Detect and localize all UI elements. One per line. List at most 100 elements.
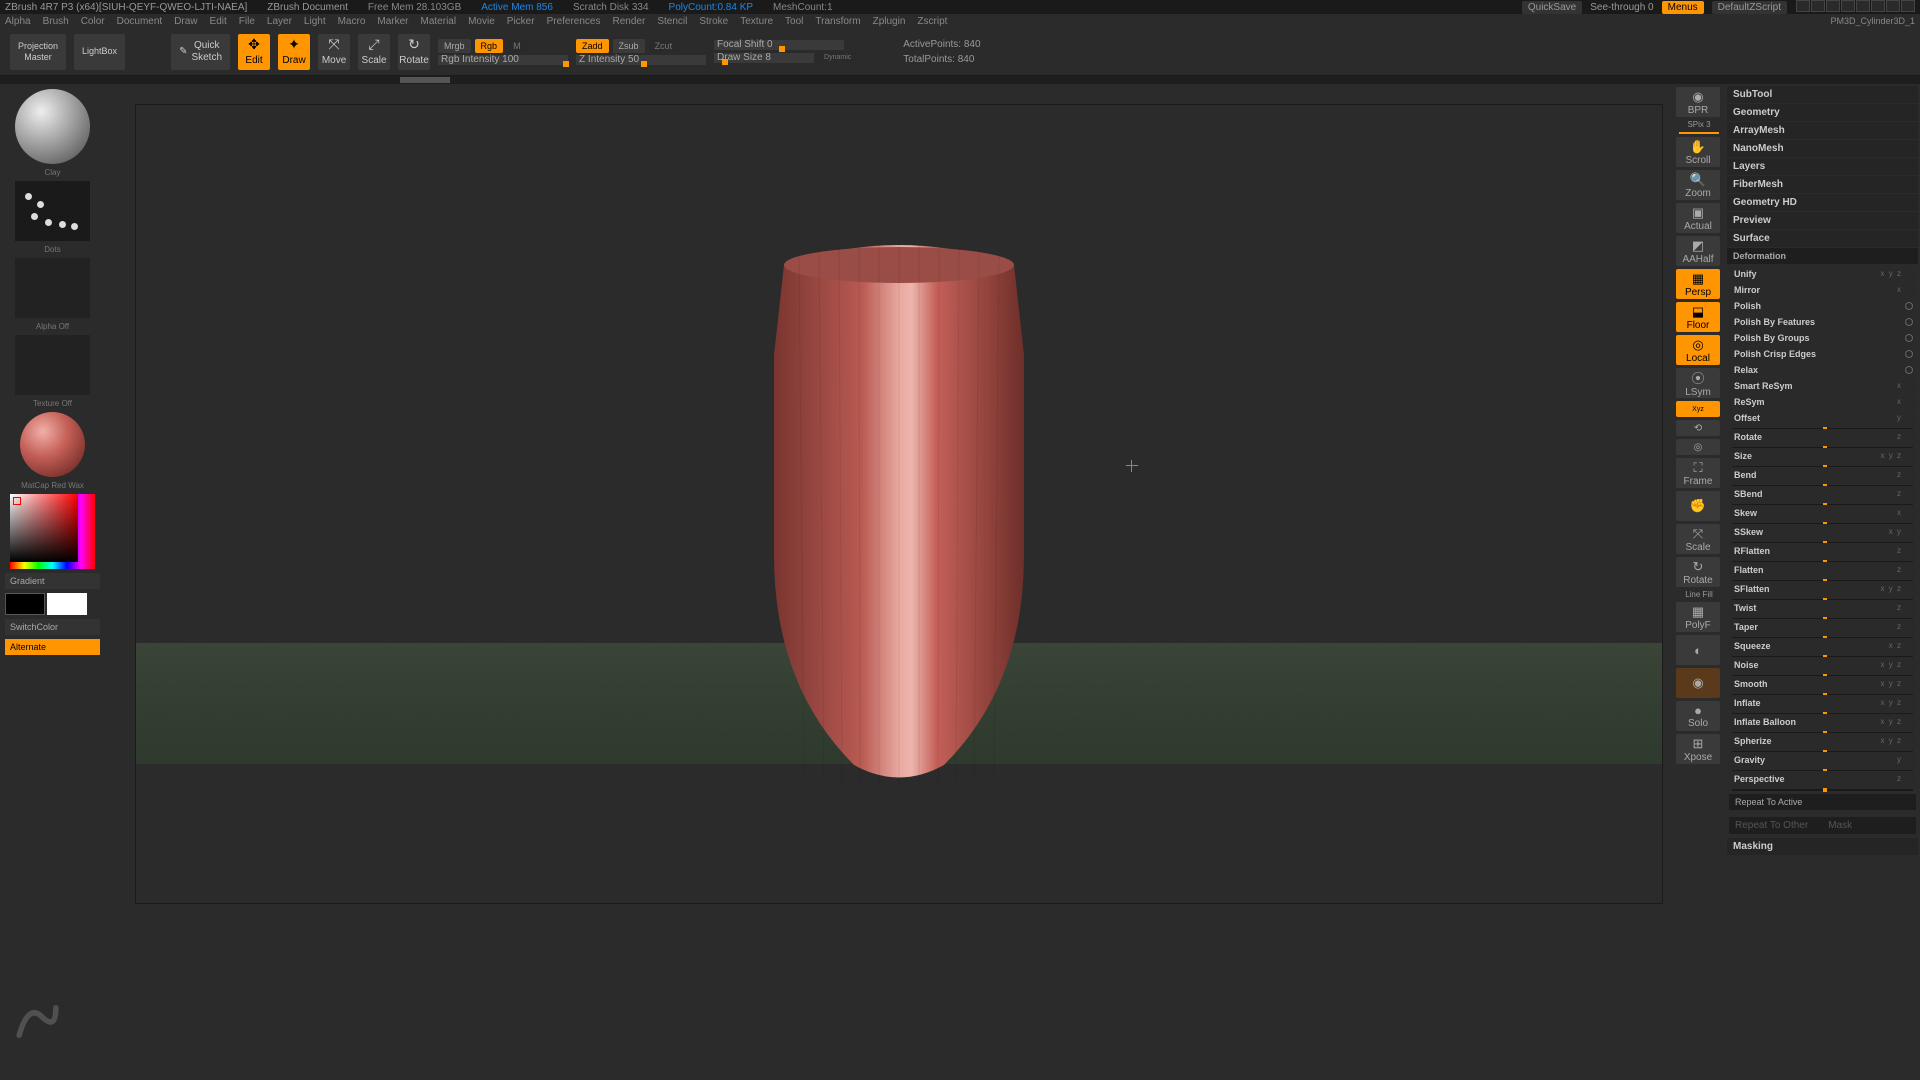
- axis-label[interactable]: x y: [1889, 527, 1916, 536]
- solo-button[interactable]: ●Solo: [1676, 701, 1720, 731]
- move-view-button[interactable]: ✊: [1676, 491, 1720, 521]
- deform-polish-crisp-edges[interactable]: Polish Crisp Edges: [1729, 346, 1916, 361]
- rgb-intensity-slider[interactable]: Rgb Intensity 100: [438, 55, 568, 65]
- circle-icon[interactable]: [1905, 318, 1913, 326]
- axis-label[interactable]: z: [1897, 489, 1916, 498]
- axis-label[interactable]: z: [1897, 565, 1916, 574]
- deform-flatten[interactable]: Flattenz: [1729, 562, 1916, 580]
- menu-preferences[interactable]: Preferences: [547, 16, 601, 27]
- frame-button[interactable]: ⛶Frame: [1676, 458, 1720, 488]
- zoom-button[interactable]: 🔍Zoom: [1676, 170, 1720, 200]
- color-picker[interactable]: [10, 494, 95, 569]
- section-geometry[interactable]: Geometry: [1727, 104, 1918, 121]
- xpose-button[interactable]: ⊞Xpose: [1676, 734, 1720, 764]
- dynamic-button[interactable]: Dynamic: [818, 52, 857, 63]
- section-fibermesh[interactable]: FiberMesh: [1727, 176, 1918, 193]
- menu-draw[interactable]: Draw: [174, 16, 197, 27]
- deform-taper[interactable]: Taperz: [1729, 619, 1916, 637]
- deform-slider[interactable]: [1732, 789, 1913, 791]
- menu-layer[interactable]: Layer: [267, 16, 292, 27]
- axis-label[interactable]: x y z: [1881, 679, 1916, 688]
- rotate-button[interactable]: ↻Rotate: [398, 34, 430, 70]
- swatch-main[interactable]: [5, 593, 45, 615]
- brush-preview[interactable]: [15, 89, 90, 164]
- axis-label[interactable]: x: [1897, 508, 1916, 517]
- draw-button[interactable]: ✦Draw: [278, 34, 310, 70]
- deform-resym[interactable]: ReSymx: [1729, 394, 1916, 409]
- gradient-button[interactable]: Gradient: [5, 573, 100, 589]
- menu-document[interactable]: Document: [117, 16, 163, 27]
- drawsize-slider[interactable]: Draw Size 8: [714, 53, 814, 63]
- xyz-button[interactable]: Xyz: [1676, 401, 1720, 417]
- axis-label[interactable]: x y z: [1881, 660, 1916, 669]
- deform-skew[interactable]: Skewx: [1729, 505, 1916, 523]
- section-layers[interactable]: Layers: [1727, 158, 1918, 175]
- menu-file[interactable]: File: [239, 16, 255, 27]
- deform-squeeze[interactable]: Squeezex z: [1729, 638, 1916, 656]
- axis-label[interactable]: x y z: [1881, 451, 1916, 460]
- menu-macro[interactable]: Macro: [338, 16, 366, 27]
- menu-alpha[interactable]: Alpha: [5, 16, 31, 27]
- scale-view-button[interactable]: ⤧Scale: [1676, 524, 1720, 554]
- axis-label[interactable]: x z: [1889, 641, 1916, 650]
- deform-unify[interactable]: Unifyx y z: [1729, 266, 1916, 281]
- rotate-view-button[interactable]: ↻Rotate: [1676, 557, 1720, 587]
- axis-label[interactable]: x y z: [1881, 698, 1916, 707]
- section-masking[interactable]: Masking: [1727, 838, 1918, 855]
- deform-relax[interactable]: Relax: [1729, 362, 1916, 377]
- section-surface[interactable]: Surface: [1727, 230, 1918, 247]
- menu-picker[interactable]: Picker: [507, 16, 535, 27]
- menu-light[interactable]: Light: [304, 16, 326, 27]
- lsym-button[interactable]: ⦿LSym: [1676, 368, 1720, 398]
- axis-label[interactable]: z: [1897, 603, 1916, 612]
- zcut-button[interactable]: Zcut: [649, 39, 679, 53]
- axis-label[interactable]: y: [1897, 755, 1916, 764]
- deform-perspective[interactable]: Perspectivez: [1729, 771, 1916, 789]
- menu-material[interactable]: Material: [421, 16, 457, 27]
- move-button[interactable]: ⤧Move: [318, 34, 350, 70]
- axis-label[interactable]: x: [1897, 381, 1916, 390]
- quicksketch-button[interactable]: ✎Quick Sketch: [171, 34, 230, 70]
- deform-sbend[interactable]: SBendz: [1729, 486, 1916, 504]
- menus-button[interactable]: Menus: [1662, 1, 1704, 14]
- deform-smooth[interactable]: Smoothx y z: [1729, 676, 1916, 694]
- menu-transform[interactable]: Transform: [815, 16, 860, 27]
- circle-icon[interactable]: [1905, 366, 1913, 374]
- menu-color[interactable]: Color: [81, 16, 105, 27]
- m-button[interactable]: M: [507, 39, 527, 53]
- axis-label[interactable]: z: [1897, 432, 1916, 441]
- rgb-button[interactable]: Rgb: [475, 39, 504, 53]
- viewport[interactable]: [135, 104, 1663, 904]
- scale-button[interactable]: ⤢Scale: [358, 34, 390, 70]
- rot-axis-button[interactable]: ⟲: [1676, 420, 1720, 436]
- deform-bend[interactable]: Bendz: [1729, 467, 1916, 485]
- texture-preview[interactable]: [15, 335, 90, 395]
- section-geometryhd[interactable]: Geometry HD: [1727, 194, 1918, 211]
- menu-stencil[interactable]: Stencil: [657, 16, 687, 27]
- quicksave-button[interactable]: QuickSave: [1522, 1, 1582, 14]
- section-preview[interactable]: Preview: [1727, 212, 1918, 229]
- mrgb-button[interactable]: Mrgb: [438, 39, 471, 53]
- menu-edit[interactable]: Edit: [210, 16, 227, 27]
- window-icons[interactable]: [1795, 0, 1915, 15]
- material-preview[interactable]: [20, 412, 85, 477]
- stroke-preview[interactable]: [15, 181, 90, 241]
- edit-button[interactable]: ✥Edit: [238, 34, 270, 70]
- deform-mirror[interactable]: Mirrorx: [1729, 282, 1916, 297]
- menu-marker[interactable]: Marker: [377, 16, 408, 27]
- persp-button[interactable]: ▦Persp: [1676, 269, 1720, 299]
- alternate-button[interactable]: Alternate: [5, 639, 100, 655]
- menu-stroke[interactable]: Stroke: [699, 16, 728, 27]
- axis-label[interactable]: x y z: [1881, 269, 1916, 278]
- switchcolor-button[interactable]: SwitchColor: [5, 619, 100, 635]
- repeat-active-button[interactable]: Repeat To Active: [1729, 794, 1916, 810]
- circle-icon[interactable]: [1905, 302, 1913, 310]
- section-deformation[interactable]: Deformation: [1727, 248, 1918, 264]
- deform-polish[interactable]: Polish: [1729, 298, 1916, 313]
- menu-movie[interactable]: Movie: [468, 16, 495, 27]
- axis-label[interactable]: y: [1897, 413, 1916, 422]
- section-arraymesh[interactable]: ArrayMesh: [1727, 122, 1918, 139]
- deform-size[interactable]: Sizex y z: [1729, 448, 1916, 466]
- deform-spherize[interactable]: Spherizex y z: [1729, 733, 1916, 751]
- axis-label[interactable]: x: [1897, 285, 1916, 294]
